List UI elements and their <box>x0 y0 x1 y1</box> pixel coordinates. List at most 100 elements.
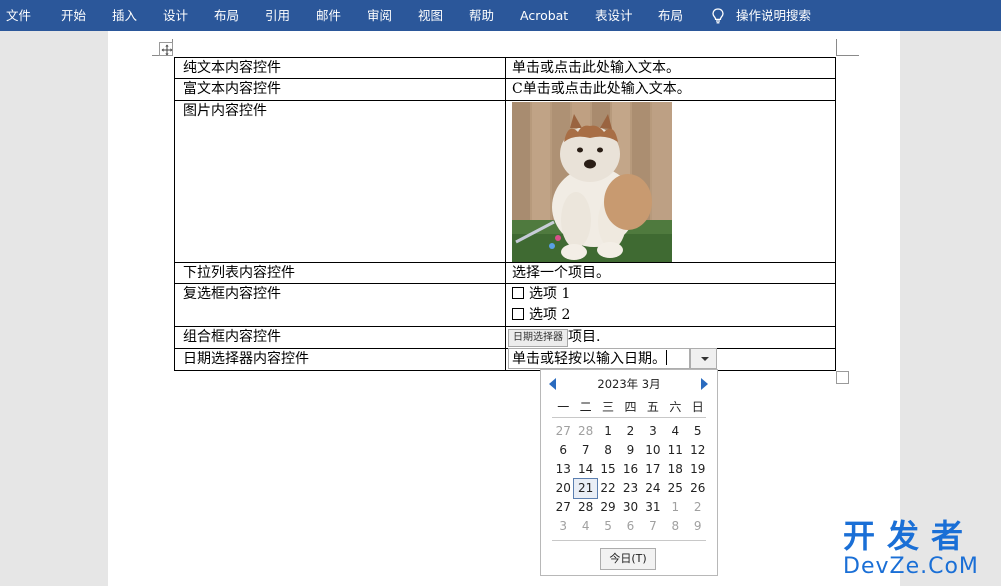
calendar-divider <box>552 417 706 418</box>
calendar-day[interactable]: 8 <box>597 441 619 460</box>
calendar-day[interactable]: 4 <box>574 517 596 536</box>
tab-layout[interactable]: 布局 <box>214 0 239 31</box>
calendar-day[interactable]: 9 <box>687 517 709 536</box>
calendar-divider <box>552 540 706 541</box>
tab-help[interactable]: 帮助 <box>469 0 494 31</box>
tab-file[interactable]: 文件 <box>6 0 31 31</box>
calendar-day[interactable]: 7 <box>574 441 596 460</box>
date-picker-calendar: 2023年 3月 一 二 三 四 五 六 日 27 28 1 2 3 4 5 6… <box>540 369 718 576</box>
crop-mark-top-right <box>836 39 859 56</box>
tab-table-design[interactable]: 表设计 <box>595 0 633 31</box>
tab-table-layout[interactable]: 布局 <box>658 0 683 31</box>
tab-acrobat[interactable]: Acrobat <box>520 0 568 31</box>
calendar-day[interactable]: 24 <box>642 479 664 498</box>
calendar-day[interactable]: 1 <box>597 422 619 441</box>
watermark-line-2: DevZe.CoM <box>843 554 979 579</box>
row-label-plain-text: 纯文本内容控件 <box>174 57 506 79</box>
calendar-day[interactable]: 26 <box>687 479 709 498</box>
combo-box-value: 项目. <box>568 329 601 345</box>
table-move-handle[interactable] <box>159 42 173 56</box>
calendar-day[interactable]: 27 <box>552 422 574 441</box>
calendar-day[interactable]: 6 <box>619 517 641 536</box>
text-cursor <box>666 350 667 365</box>
calendar-day[interactable]: 25 <box>664 479 686 498</box>
calendar-day[interactable]: 12 <box>687 441 709 460</box>
calendar-day-grid: 27 28 1 2 3 4 5 6 7 8 9 10 11 12 13 14 1… <box>552 422 709 536</box>
picture-control[interactable] <box>505 100 836 263</box>
content-control-title-tag[interactable]: 日期选择器 <box>508 329 568 347</box>
tab-review[interactable]: 审阅 <box>367 0 392 31</box>
row-label-combo-box: 组合框内容控件 <box>174 326 506 349</box>
calendar-day[interactable]: 4 <box>664 422 686 441</box>
calendar-day[interactable]: 7 <box>642 517 664 536</box>
calendar-day[interactable]: 19 <box>687 460 709 479</box>
calendar-day[interactable]: 5 <box>597 517 619 536</box>
calendar-day[interactable]: 18 <box>664 460 686 479</box>
table-row: 图片内容控件 <box>174 100 836 263</box>
row-label-checkbox: 复选框内容控件 <box>174 283 506 327</box>
rich-text-control[interactable]: C单击或点击此处输入文本。 <box>505 78 836 101</box>
calendar-day[interactable]: 3 <box>642 422 664 441</box>
calendar-day[interactable]: 11 <box>664 441 686 460</box>
tab-insert[interactable]: 插入 <box>112 0 137 31</box>
calendar-day[interactable]: 20 <box>552 479 574 498</box>
calendar-day[interactable]: 17 <box>642 460 664 479</box>
checkbox-option-2[interactable]: 选项 2 <box>512 305 835 326</box>
checkbox-icon[interactable] <box>512 308 524 320</box>
checkbox-icon[interactable] <box>512 287 524 299</box>
calendar-day[interactable]: 8 <box>664 517 686 536</box>
content-controls-table: 纯文本内容控件 单击或点击此处输入文本。 富文本内容控件 C单击或点击此处输入文… <box>174 57 836 371</box>
calendar-day[interactable]: 14 <box>574 460 596 479</box>
row-label-picture: 图片内容控件 <box>174 100 506 263</box>
calendar-week: 13 14 15 16 17 18 19 <box>552 460 709 479</box>
calendar-day[interactable]: 2 <box>619 422 641 441</box>
dropdown-list-control[interactable]: 选择一个项目。 <box>505 262 836 284</box>
calendar-day[interactable]: 16 <box>619 460 641 479</box>
row-label-rich-text: 富文本内容控件 <box>174 78 506 101</box>
weekday-wed: 三 <box>602 400 615 414</box>
calendar-day[interactable]: 29 <box>597 498 619 517</box>
chevron-down-icon <box>701 357 709 361</box>
row-label-date-picker: 日期选择器内容控件 <box>174 348 506 371</box>
calendar-day-selected[interactable]: 21 <box>573 478 598 499</box>
calendar-day[interactable]: 9 <box>619 441 641 460</box>
move-arrows-icon <box>161 44 173 56</box>
calendar-day[interactable]: 6 <box>552 441 574 460</box>
calendar-day[interactable]: 10 <box>642 441 664 460</box>
calendar-day[interactable]: 23 <box>619 479 641 498</box>
calendar-week: 6 7 8 9 10 11 12 <box>552 441 709 460</box>
weekday-sat: 六 <box>669 400 682 414</box>
next-month-arrow-icon[interactable] <box>701 378 708 390</box>
calendar-day[interactable]: 22 <box>597 479 619 498</box>
plain-text-control[interactable]: 单击或点击此处输入文本。 <box>505 57 836 79</box>
calendar-day[interactable]: 15 <box>597 460 619 479</box>
tab-mailings[interactable]: 邮件 <box>316 0 341 31</box>
table-row: 日期选择器内容控件 单击或轻按以输入日期。 <box>174 348 836 371</box>
calendar-week: 3 4 5 6 7 8 9 <box>552 517 709 536</box>
tell-me-search[interactable]: 操作说明搜索 <box>736 0 811 31</box>
date-picker-control[interactable]: 单击或轻按以输入日期。 <box>505 348 836 371</box>
calendar-day[interactable]: 13 <box>552 460 574 479</box>
calendar-day[interactable]: 27 <box>552 498 574 517</box>
row-label-dropdown: 下拉列表内容控件 <box>174 262 506 284</box>
tab-design[interactable]: 设计 <box>163 0 188 31</box>
calendar-day[interactable]: 1 <box>664 498 686 517</box>
tab-home[interactable]: 开始 <box>61 0 86 31</box>
calendar-day[interactable]: 28 <box>574 498 596 517</box>
tab-view[interactable]: 视图 <box>418 0 443 31</box>
today-button[interactable]: 今日(T) <box>600 548 656 570</box>
calendar-day[interactable]: 2 <box>687 498 709 517</box>
devze-watermark: 开发者 DevZe.CoM <box>843 518 993 580</box>
table-resize-handle[interactable] <box>836 371 849 384</box>
combo-box-control[interactable]: 日期选择器 项目. <box>505 326 836 349</box>
calendar-day[interactable]: 31 <box>642 498 664 517</box>
tab-references[interactable]: 引用 <box>265 0 290 31</box>
calendar-day[interactable]: 3 <box>552 517 574 536</box>
calendar-day[interactable]: 5 <box>687 422 709 441</box>
date-dropdown-button[interactable] <box>690 348 717 369</box>
puppy-photo[interactable] <box>512 102 672 262</box>
calendar-day[interactable]: 28 <box>574 422 596 441</box>
calendar-day[interactable]: 30 <box>619 498 641 517</box>
checkbox-option-1[interactable]: 选项 1 <box>512 284 835 305</box>
weekday-header: 一 二 三 四 五 六 日 <box>552 398 709 414</box>
